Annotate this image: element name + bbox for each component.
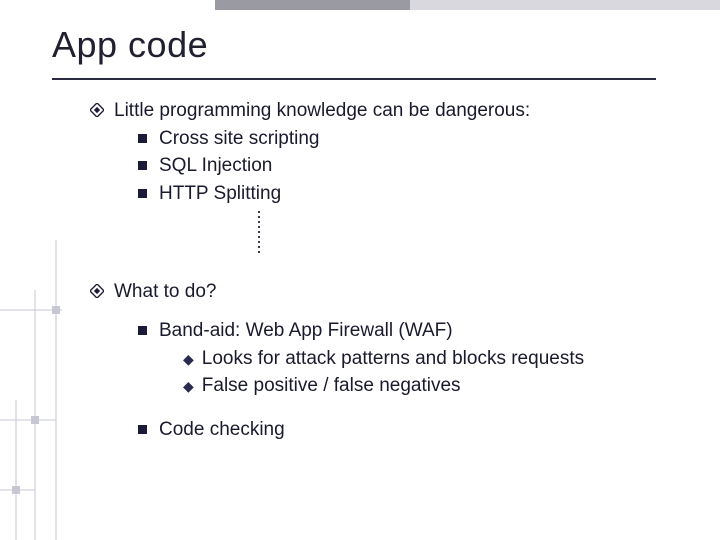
sub-bullet-item: Cross site scripting [138,126,690,152]
subsub-bullet-item: ◆ Looks for attack patterns and blocks r… [183,346,690,372]
diamond-bullet-icon [90,284,104,298]
sub-bullet-item: SQL Injection [138,153,690,179]
subsub-bullet-text: False positive / false negatives [202,373,461,399]
square-bullet-icon [138,326,147,335]
sub-bullet-text: Band-aid: Web App Firewall (WAF) [159,320,453,341]
slide-title: App code [52,24,208,66]
title-underline [52,78,656,80]
square-bullet-icon [138,189,147,198]
square-bullet-icon [138,134,147,143]
sub-bullet-text: SQL Injection [159,153,272,179]
square-bullet-icon [138,425,147,434]
sub-bullet-list: Band-aid: Web App Firewall (WAF) ◆ Looks… [138,318,690,443]
sub-bullet-text: Code checking [159,417,285,443]
sub-bullet-item: HTTP Splitting [138,181,690,207]
chevron-bullet-icon: ◆ [183,350,194,369]
diamond-bullet-icon [90,103,104,117]
chevron-bullet-icon: ◆ [183,377,194,396]
subsub-bullet-item: ◆ False positive / false negatives [183,373,690,399]
sub-bullet-item: Band-aid: Web App Firewall (WAF) ◆ Looks… [138,318,690,401]
top-accent-bar [0,0,720,10]
slide-body: Little programming knowledge can be dang… [90,98,690,445]
sub-bullet-list: Cross site scripting SQL Injection HTTP … [138,126,690,253]
bullet-item: Little programming knowledge can be dang… [90,98,690,124]
sub-bullet-text: HTTP Splitting [159,181,281,207]
sub-bullet-item: Code checking [138,417,690,443]
bullet-text: Little programming knowledge can be dang… [114,98,530,124]
bullet-text: What to do? [114,279,216,305]
subsub-bullet-text: Looks for attack patterns and blocks req… [202,346,584,372]
sub-bullet-text: Cross site scripting [159,126,320,152]
square-bullet-icon [138,161,147,170]
subsub-bullet-list: ◆ Looks for attack patterns and blocks r… [183,346,690,399]
bullet-item: What to do? [90,279,690,305]
vertical-ellipsis-icon [258,211,260,253]
corner-decoration-icon [0,240,62,540]
